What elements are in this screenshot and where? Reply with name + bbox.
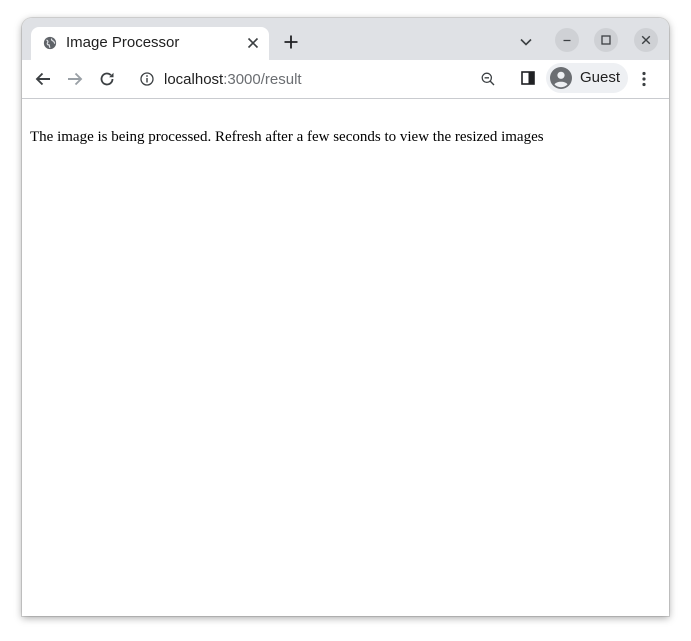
chevron-down-icon[interactable] xyxy=(520,38,532,46)
minimize-icon xyxy=(563,39,571,42)
zoom-out-icon[interactable] xyxy=(481,72,495,86)
url-path: :3000/result xyxy=(223,71,302,88)
page-content: The image is being processed. Refresh af… xyxy=(22,99,669,616)
browser-toolbar: localhost:3000/result Guest xyxy=(22,60,669,99)
tab-strip: Image Processor xyxy=(22,18,669,60)
window-close-button[interactable] xyxy=(634,28,658,52)
tab-title: Image Processor xyxy=(66,34,180,51)
reload-icon[interactable] xyxy=(99,71,115,87)
maximize-button[interactable] xyxy=(594,28,618,52)
person-icon xyxy=(550,67,572,89)
url-text: localhost:3000/result xyxy=(164,71,302,89)
close-icon xyxy=(641,35,651,45)
kebab-menu-icon[interactable] xyxy=(641,71,647,87)
minimize-button[interactable] xyxy=(555,28,579,52)
info-icon[interactable] xyxy=(140,72,154,86)
tab-image-processor[interactable]: Image Processor xyxy=(31,27,269,60)
arrow-left-icon[interactable] xyxy=(35,71,51,87)
url-host: localhost xyxy=(164,71,224,88)
processing-message: The image is being processed. Refresh af… xyxy=(30,129,544,145)
profile-label: Guest xyxy=(580,69,621,86)
address-bar[interactable]: localhost:3000/result xyxy=(129,63,505,95)
arrow-right-icon[interactable] xyxy=(67,71,83,87)
browser-window: Image Processor localhost:3000/result Gu… xyxy=(22,18,669,616)
globe-icon xyxy=(43,36,57,50)
plus-icon[interactable] xyxy=(284,35,298,49)
profile-button[interactable]: Guest xyxy=(546,63,628,93)
side-panel-icon[interactable] xyxy=(521,71,535,85)
maximize-icon xyxy=(601,35,611,45)
close-icon[interactable] xyxy=(247,37,259,49)
